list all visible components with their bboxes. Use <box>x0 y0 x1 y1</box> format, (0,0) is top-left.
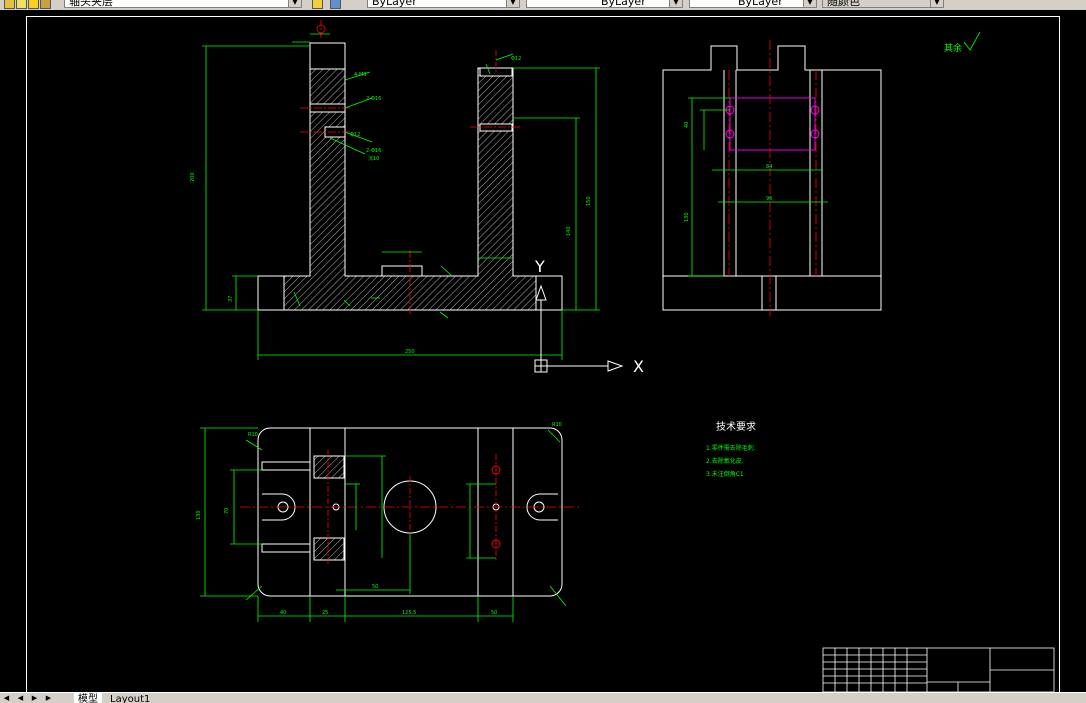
chevron-down-icon[interactable]: ▼ <box>288 0 301 7</box>
lineweight-combo-value: ByLayer <box>738 0 783 8</box>
top-dim-r10-b: R10 <box>552 422 562 428</box>
title-block <box>822 647 1055 692</box>
top-dim-50-b: 50 <box>372 584 378 590</box>
tech-note-2: 2.去除氧化皮. <box>706 457 744 465</box>
roughness-text: 其余 <box>944 42 962 54</box>
chevron-down-icon[interactable]: ▼ <box>803 0 816 7</box>
layer-combo-value: 轴头夹层 <box>69 0 113 8</box>
model-space-canvas[interactable]: 200 140 150 37 250 4-M8 2-Φ16 Φ12 2-Φ16 … <box>0 10 1086 697</box>
side-dim-130: 130 <box>684 212 690 222</box>
dim-phi12: Φ12 <box>350 132 360 138</box>
chevron-down-icon[interactable]: ▼ <box>930 0 943 7</box>
top-dim-25: 25 <box>322 610 328 616</box>
top-dim-40: 40 <box>280 610 286 616</box>
lock-icon[interactable] <box>40 0 51 9</box>
side-dim-40: 40 <box>684 122 690 128</box>
dim-4-m8: 4-M8 <box>354 72 366 78</box>
layout-tabs-bar: ◀ ◀ ▶ ▶ 模型 Layout1 <box>0 692 1086 703</box>
ucs-icon: Y X <box>534 257 644 376</box>
technical-requirements: 技术要求 1.零件需去除毛刺. 2.去除氧化皮. 3.未注倒角C1 <box>706 420 756 478</box>
dim-height-140: 140 <box>566 226 572 236</box>
sun-icon[interactable] <box>28 0 39 9</box>
lightbulb-icon[interactable] <box>16 0 27 9</box>
color-combo[interactable]: ByLayer ▼ <box>367 0 520 8</box>
side-view: 84 96 130 40 <box>662 40 882 316</box>
lineweight-combo[interactable]: ByLayer ▼ <box>689 0 817 8</box>
top-dim-70: 70 <box>224 508 230 514</box>
dim-width-250: 250 <box>405 349 415 355</box>
roughness-note: 其余 <box>944 31 981 54</box>
top-view: 130 40 25 125.5 50 70 50 R10 R10 <box>196 422 580 622</box>
cad-drawing: 200 140 150 37 250 4-M8 2-Φ16 Φ12 2-Φ16 … <box>190 20 1055 692</box>
linetype-combo[interactable]: ByLayer ▼ <box>526 0 683 8</box>
tech-title: 技术要求 <box>716 420 756 433</box>
top-dim-130: 130 <box>196 510 202 520</box>
dim-2-phi16-a: 2-Φ16 <box>366 96 381 102</box>
plotstyle-combo-value: 随颜色 <box>827 0 860 8</box>
top-dim-50: 50 <box>491 610 497 616</box>
side-dim-84: 84 <box>766 164 772 170</box>
layer-combo[interactable]: 轴头夹层 ▼ <box>64 0 302 8</box>
color-combo-value: ByLayer <box>372 0 417 8</box>
layer-previous-icon[interactable] <box>330 0 341 9</box>
ucs-x-label: X <box>633 357 644 376</box>
ucs-y-label: Y <box>534 257 545 276</box>
chevron-down-icon[interactable]: ▼ <box>506 0 519 7</box>
dim-phi12-right: Φ12 <box>511 56 521 62</box>
side-dim-96: 96 <box>766 196 772 202</box>
dim-height-150: 150 <box>586 196 592 206</box>
dim-height-200: 200 <box>190 172 196 182</box>
dim-2-phi16-b: 2-Φ16 <box>366 148 381 154</box>
layer-state-icon[interactable] <box>4 0 15 9</box>
linetype-combo-value: ByLayer <box>601 0 646 8</box>
dim-height-37: 37 <box>228 296 234 302</box>
chevron-down-icon[interactable]: ▼ <box>669 0 682 7</box>
tech-note-1: 1.零件需去除毛刺. <box>706 444 756 452</box>
plotstyle-combo[interactable]: 随颜色 ▼ <box>822 0 944 8</box>
top-dim-r10-a: R10 <box>248 432 258 438</box>
front-section-view: 200 140 150 37 250 4-M8 2-Φ16 Φ12 2-Φ16 … <box>190 20 600 360</box>
tech-note-3: 3.未注倒角C1 <box>706 470 744 478</box>
top-dim-125-5: 125.5 <box>402 610 416 616</box>
dim-cb-10: 沉10 <box>368 155 379 162</box>
make-current-icon[interactable] <box>312 0 323 9</box>
